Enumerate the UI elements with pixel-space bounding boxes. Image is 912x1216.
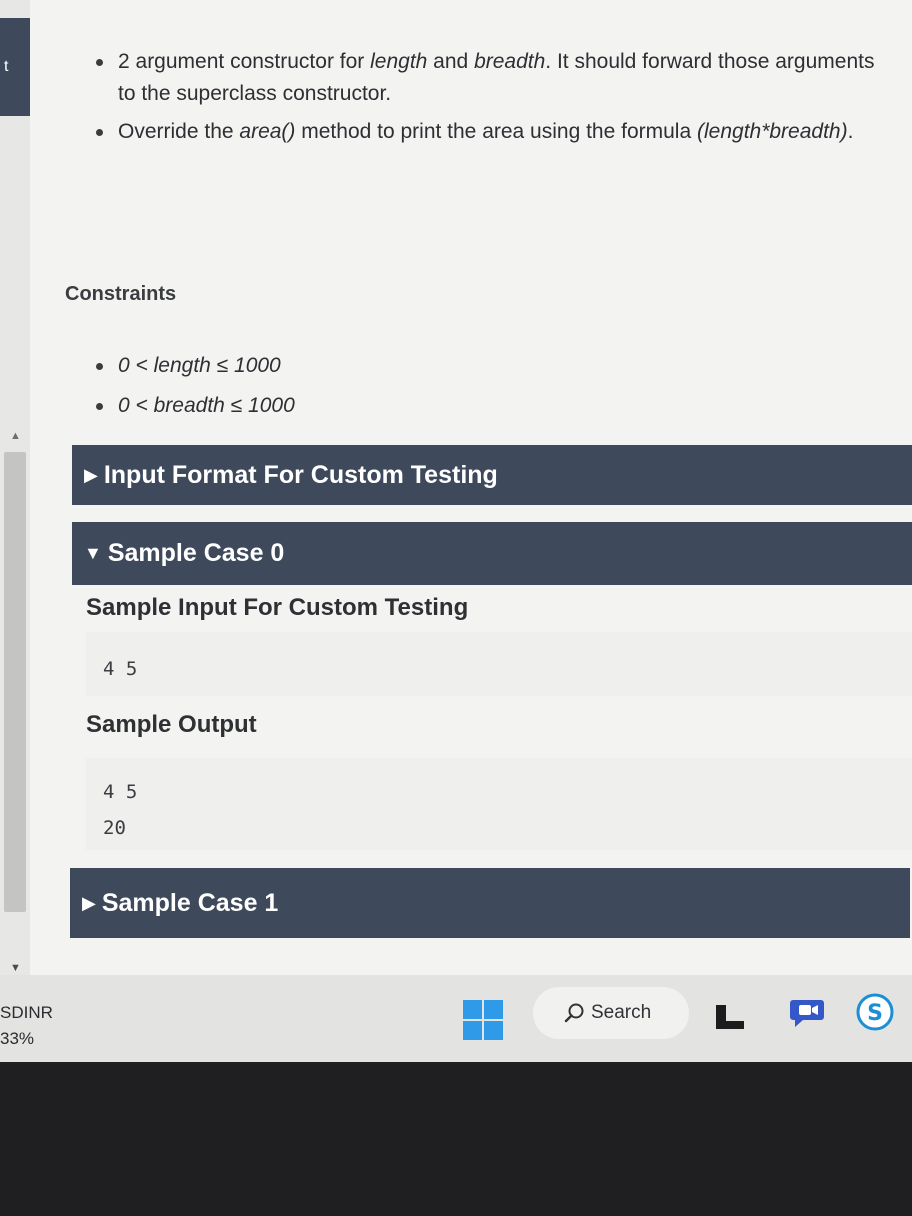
description-list: 2 argument constructor for length and br…: [86, 46, 896, 154]
meet-icon[interactable]: [789, 994, 825, 1030]
sample-output-code: 4 5 20: [86, 758, 912, 850]
svg-text:S: S: [867, 1001, 883, 1026]
file-explorer-icon[interactable]: [714, 1001, 746, 1033]
description-bullet: Override the area() method to print the …: [86, 116, 896, 148]
windows-start-icon[interactable]: [463, 1000, 503, 1040]
scrollbar[interactable]: [4, 452, 26, 912]
collapse-down-icon: ▼: [84, 543, 102, 563]
ticker-label: SDINR: [0, 1003, 53, 1022]
search-icon: [564, 1003, 584, 1023]
taskbar-search-button[interactable]: Search: [533, 987, 689, 1039]
code-line: 4 5: [103, 658, 138, 680]
sample-input-code: 4 5: [86, 632, 912, 696]
input-format-label: Input Format For Custom Testing: [103, 460, 498, 489]
sample-input-heading: Sample Input For Custom Testing: [86, 594, 469, 621]
code-line: 4 5: [103, 781, 138, 803]
input-format-toggle[interactable]: ▶ Input Format For Custom Testing: [72, 445, 912, 505]
scroll-down-arrow-icon[interactable]: ▼: [10, 962, 21, 974]
left-panel-tab[interactable]: t: [0, 18, 30, 116]
bottom-left-ticker: SDINR 33%: [0, 1000, 53, 1052]
search-label: Search: [591, 1002, 652, 1023]
left-panel: t ▲ ▼: [0, 0, 30, 975]
constraint-item: 0 < length ≤ 1000: [86, 346, 586, 386]
sample-case-1-toggle[interactable]: ▶ Sample Case 1: [70, 868, 910, 938]
description-bullet: 2 argument constructor for length and br…: [86, 46, 896, 110]
code-line: 20: [103, 817, 126, 839]
sample-case-0-label: Sample Case 0: [107, 539, 285, 567]
skype-icon[interactable]: S: [856, 993, 894, 1031]
left-panel-tab-label: t: [4, 58, 9, 75]
sample-output-heading: Sample Output: [86, 711, 257, 738]
constraints-list: 0 < length ≤ 1000 0 < breadth ≤ 1000: [86, 346, 586, 426]
taskbar: Search S: [0, 975, 912, 1062]
screen: t ▲ ▼ 2 argument constructor for length …: [0, 0, 912, 1062]
ticker-percent: 33%: [0, 1029, 35, 1048]
expand-right-icon: ▶: [82, 892, 96, 913]
sample-case-1-label: Sample Case 1: [101, 888, 279, 917]
scroll-up-arrow-icon[interactable]: ▲: [10, 430, 21, 442]
constraints-heading: Constraints: [65, 283, 177, 305]
monitor-bezel: [0, 1062, 912, 1216]
constraint-item: 0 < breadth ≤ 1000: [86, 386, 586, 426]
sample-case-0-toggle[interactable]: ▼ Sample Case 0: [72, 522, 912, 585]
expand-right-icon: ▶: [84, 464, 98, 485]
